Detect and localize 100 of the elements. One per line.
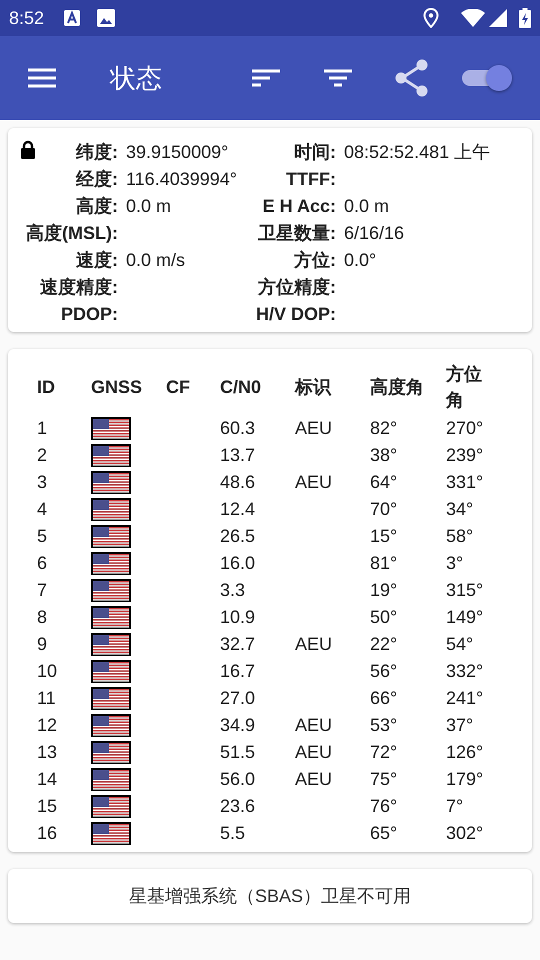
table-cell-text: 2 — [37, 444, 48, 467]
table-cell-text: 7° — [446, 795, 464, 818]
field-label: 方位: — [294, 249, 336, 272]
flag-icon — [91, 795, 131, 818]
field-label: 高度: — [76, 195, 118, 218]
table-cell-text: 82° — [370, 417, 398, 440]
table-cell-text: 3 — [37, 471, 48, 494]
table-cell-text: 241° — [446, 687, 484, 710]
table-cell-text: 32.7 — [220, 633, 256, 656]
field-label: 时间: — [294, 141, 336, 164]
table-cell-text: 331° — [446, 471, 484, 494]
location-icon — [423, 8, 439, 28]
table-cell-text: 72° — [370, 741, 398, 764]
table-cell-text: 65° — [370, 822, 398, 845]
flag-icon — [91, 687, 131, 710]
column-header: CF — [166, 376, 191, 398]
table-cell-text: 12 — [37, 714, 58, 737]
flag-icon — [91, 552, 131, 575]
field-value: 6/16/16 — [343, 222, 406, 245]
field-value: 0.0° — [343, 249, 378, 272]
table-cell-text: 54° — [446, 633, 474, 656]
lock-icon — [20, 140, 36, 160]
sbas-message: 星基增强系统（SBAS）卫星不可用 — [128, 884, 412, 908]
column-header: C/N0 — [220, 376, 262, 398]
column-header: 方位角 — [446, 363, 483, 412]
table-cell-text: 179° — [446, 768, 484, 791]
table-cell-text: 51.5 — [220, 741, 256, 764]
table-cell-text: 3° — [446, 552, 464, 575]
table-cell-text: 1 — [37, 417, 48, 440]
table-cell-text: 64° — [370, 471, 398, 494]
field-value: 0.0 m — [343, 195, 390, 218]
table-cell-text: 10 — [37, 660, 58, 683]
table-cell-text: 8 — [37, 606, 48, 629]
table-cell-text: 19° — [370, 579, 398, 602]
table-cell-text: 5.5 — [220, 822, 246, 845]
field-value: 08:52:52.481 上午 — [343, 141, 492, 164]
field-value: 39.9150009° — [125, 141, 230, 164]
table-cell-text: 315° — [446, 579, 484, 602]
field-label: 速度: — [76, 249, 118, 272]
screen-title: 状态 — [110, 62, 162, 94]
flag-icon — [91, 714, 131, 737]
flag-icon — [91, 498, 131, 521]
toggle-switch[interactable] — [460, 63, 512, 93]
table-cell-text: 34.9 — [220, 714, 256, 737]
table-cell-text: 16.7 — [220, 660, 256, 683]
table-cell-text: 15° — [370, 525, 398, 548]
sort-icon[interactable] — [252, 69, 280, 87]
filter-icon[interactable] — [324, 69, 352, 87]
share-icon[interactable] — [394, 59, 430, 97]
table-cell-text: 75° — [370, 768, 398, 791]
flag-icon — [91, 417, 131, 440]
field-value: 0.0 m/s — [125, 249, 186, 272]
table-cell-text: AEU — [295, 633, 334, 656]
column-header: GNSS — [91, 376, 144, 398]
menu-icon[interactable] — [28, 68, 56, 88]
field-label: 速度精度: — [40, 276, 118, 299]
table-cell-text: 14 — [37, 768, 58, 791]
image-icon — [97, 9, 116, 27]
table-cell-text: 66° — [370, 687, 398, 710]
field-label: 经度: — [76, 168, 118, 191]
table-cell-text: 10.9 — [220, 606, 256, 629]
battery-icon — [519, 8, 531, 28]
table-cell-text: 60.3 — [220, 417, 256, 440]
table-cell-text: 16.0 — [220, 552, 256, 575]
table-cell-text: 56° — [370, 660, 398, 683]
field-label: TTFF: — [286, 168, 336, 191]
table-cell-text: 13.7 — [220, 444, 256, 467]
signal-icon — [489, 9, 507, 27]
flag-icon — [91, 444, 131, 467]
table-cell-text: 15 — [37, 795, 58, 818]
field-label: PDOP: — [60, 303, 118, 326]
flag-icon — [91, 471, 131, 494]
flag-icon — [91, 660, 131, 683]
font-icon — [64, 10, 80, 26]
table-cell-text: AEU — [295, 417, 334, 440]
field-label: 卫星数量: — [258, 222, 336, 245]
flag-icon — [91, 822, 131, 845]
table-cell-text: 81° — [370, 552, 398, 575]
table-cell-text: 27.0 — [220, 687, 256, 710]
table-cell-text: 50° — [370, 606, 398, 629]
table-cell-text: 3.3 — [220, 579, 246, 602]
table-cell-text: 53° — [370, 714, 398, 737]
table-cell-text: 5 — [37, 525, 48, 548]
field-label: E H Acc: — [262, 195, 336, 218]
table-cell-text: 11 — [37, 687, 57, 710]
status-time: 8:52 — [9, 6, 44, 30]
table-cell-text: 149° — [446, 606, 484, 629]
table-cell-text: AEU — [295, 741, 334, 764]
field-label: 纬度: — [76, 141, 118, 164]
field-value: 116.4039994° — [125, 168, 238, 191]
flag-icon — [91, 525, 131, 548]
flag-icon — [91, 606, 131, 629]
field-value: 0.0 m — [125, 195, 172, 218]
field-label: 高度(MSL): — [26, 222, 118, 245]
table-cell-text: 126° — [446, 741, 484, 764]
wifi-icon — [461, 9, 485, 27]
table-cell-text: 37° — [446, 714, 474, 737]
table-cell-text: 56.0 — [220, 768, 256, 791]
flag-icon — [91, 633, 131, 656]
column-header: 高度角 — [370, 376, 425, 398]
